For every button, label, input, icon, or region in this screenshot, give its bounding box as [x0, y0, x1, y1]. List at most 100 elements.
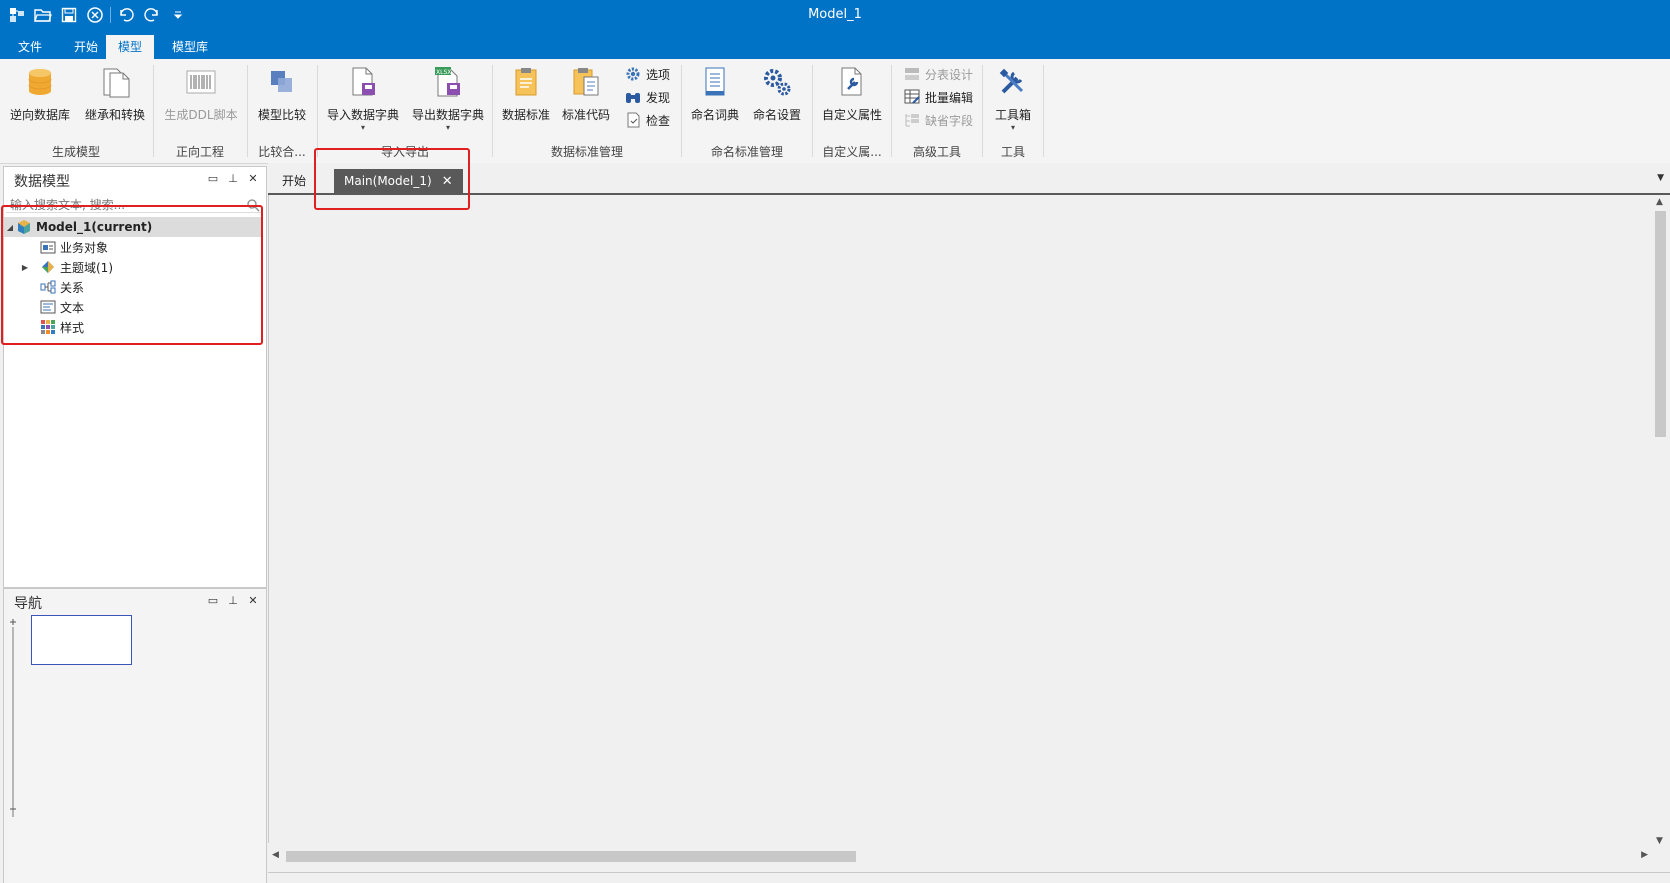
doc-tab-start[interactable]: 开始 — [272, 169, 316, 193]
maximize-icon[interactable]: ▭ — [206, 594, 220, 608]
split-design-button[interactable]: 分表设计 — [903, 63, 973, 85]
binoculars-icon — [626, 93, 640, 103]
tab-file[interactable]: 文件 — [6, 35, 54, 59]
vertical-scroll-thumb[interactable] — [1655, 211, 1666, 437]
style-icon — [41, 320, 55, 334]
close-icon[interactable]: ✕ — [246, 594, 260, 608]
horizontal-scroll-thumb[interactable] — [286, 851, 856, 862]
database-icon — [28, 69, 52, 95]
ribbon-group-standard: 数据标准 标准代码 选项 发现 检查 数据标准管理 — [494, 59, 680, 163]
navigation-viewport[interactable] — [31, 615, 132, 665]
tab-list-dropdown-icon[interactable]: ▼ — [1657, 173, 1664, 183]
group-label-advanced: 高级工具 — [912, 145, 961, 159]
maximize-icon[interactable]: ▭ — [206, 172, 220, 186]
pin-icon[interactable]: ⊥ — [226, 594, 240, 608]
import-dict-button[interactable]: 导入数据字典 ▾ — [325, 63, 401, 133]
scroll-down-icon[interactable]: ▼ — [1656, 836, 1663, 846]
tree-search-input[interactable] — [6, 197, 262, 213]
data-standard-button[interactable]: 数据标准 — [498, 63, 554, 133]
ribbon-group-forward: 生成DDL脚本 正向工程 — [155, 59, 245, 163]
ribbon-separator — [982, 65, 983, 157]
batch-edit-button[interactable]: 批量编辑 — [903, 86, 973, 108]
naming-dict-icon — [705, 67, 725, 96]
group-label-compare: 比较合... — [258, 145, 306, 159]
close-tab-icon[interactable]: ✕ — [442, 174, 453, 189]
group-label-tools: 工具 — [1000, 145, 1025, 159]
discover-button[interactable]: 发现 — [624, 86, 670, 108]
compare-icon — [271, 71, 292, 92]
group-label-standard: 数据标准管理 — [550, 145, 623, 159]
ribbon-group-custom: 自定义属性 自定义属... — [814, 59, 890, 163]
subject-area-icon — [42, 261, 54, 273]
tree-node-relation[interactable]: 关系 — [4, 277, 263, 297]
ribbon-separator — [317, 65, 318, 157]
gen-ddl-button[interactable]: 生成DDL脚本 — [163, 63, 239, 133]
tree-node-model[interactable]: ◢ Model_1(current) — [4, 217, 263, 237]
ribbon-separator — [492, 65, 493, 157]
dropdown-arrow-icon: ▾ — [360, 123, 365, 132]
relation-icon — [40, 280, 56, 294]
model-cube-icon — [18, 220, 30, 234]
scroll-right-icon[interactable]: ▶ — [1641, 850, 1648, 860]
check-button[interactable]: 检查 — [624, 109, 670, 131]
tab-home[interactable]: 开始 — [62, 35, 110, 59]
ribbon-group-advanced: 分表设计 批量编辑 缺省字段 高级工具 — [893, 59, 981, 163]
reverse-db-button[interactable]: 逆向数据库 — [8, 63, 72, 133]
title-bar: Model_1 — [0, 0, 1670, 31]
pin-icon[interactable]: ⊥ — [226, 172, 240, 186]
export-dict-button[interactable]: XLSX 导出数据字典 ▾ — [409, 63, 487, 133]
panel-controls: ▭ ⊥ ✕ — [206, 594, 260, 608]
ribbon-separator — [247, 65, 248, 157]
tree-node-business-object[interactable]: 业务对象 — [4, 237, 263, 257]
tab-model[interactable]: 模型 — [106, 35, 155, 59]
vertical-scrollbar[interactable]: ▲ ▼ — [1652, 195, 1668, 848]
scroll-left-icon[interactable]: ◀ — [272, 850, 279, 860]
svg-text:XLSX: XLSX — [436, 69, 451, 76]
naming-settings-button[interactable]: 命名设置 — [747, 63, 807, 133]
inherit-convert-button[interactable]: 继承和转换 — [82, 63, 148, 133]
ribbon-separator — [681, 65, 682, 157]
clipboard-icon — [515, 68, 537, 96]
batch-edit-icon — [904, 89, 920, 104]
standard-code-button[interactable]: 标准代码 — [558, 63, 614, 133]
panel-controls: ▭ ⊥ ✕ — [206, 172, 260, 186]
diagram-canvas[interactable] — [268, 195, 1653, 843]
horizontal-scrollbar[interactable]: ◀ ▶ — [268, 848, 1652, 864]
collapse-arrow-icon[interactable]: ▶ — [4, 263, 40, 272]
custom-doc-wrench-icon — [841, 67, 862, 96]
scroll-up-icon[interactable]: ▲ — [1656, 197, 1663, 207]
group-label-custom: 自定义属... — [822, 145, 882, 159]
tree-node-text[interactable]: 文本 — [4, 297, 263, 317]
tree-node-style[interactable]: 样式 — [4, 317, 263, 337]
text-icon — [40, 300, 56, 314]
search-icon[interactable] — [246, 198, 260, 212]
missing-field-button[interactable]: 缺省字段 — [903, 109, 973, 131]
toolbox-button[interactable]: 工具箱 ▾ — [988, 63, 1038, 133]
group-label-forward: 正向工程 — [175, 145, 224, 159]
check-doc-icon — [627, 112, 640, 128]
ribbon-separator — [812, 65, 813, 157]
custom-attr-button[interactable]: 自定义属性 — [818, 63, 886, 133]
zoom-slider[interactable] — [8, 619, 18, 819]
data-model-panel: 数据模型 ▭ ⊥ ✕ ◢ Model_1(current) 业务对象 ▶ 主题域… — [3, 166, 267, 588]
dropdown-arrow-icon: ▾ — [445, 123, 450, 132]
doc-tab-main[interactable]: Main(Model_1) ✕ — [334, 169, 463, 193]
tree-node-subject-area[interactable]: ▶ 主题域(1) — [4, 257, 263, 277]
model-compare-button[interactable]: 模型比较 — [253, 63, 311, 133]
naming-dict-button[interactable]: 命名词典 — [687, 63, 743, 133]
tools-icon — [999, 68, 1024, 94]
document-tab-bar: 开始 Main(Model_1) ✕ ▼ — [268, 163, 1670, 195]
tab-model-library[interactable]: 模型库 — [160, 35, 220, 59]
panel-title: 数据模型 — [14, 174, 70, 190]
export-dict-icon: XLSX — [435, 67, 460, 97]
expand-arrow-icon[interactable]: ◢ — [4, 223, 16, 232]
import-dict-icon — [352, 67, 375, 96]
ribbon-separator — [153, 65, 154, 157]
close-icon[interactable]: ✕ — [246, 172, 260, 186]
ribbon-group-naming: 命名词典 命名设置 命名标准管理 — [683, 59, 811, 163]
ribbon-group-gen-model: 逆向数据库 继承和转换 生成模型 — [0, 59, 152, 163]
options-button[interactable]: 选项 — [624, 63, 670, 85]
menu-bar: 文件 开始 模型 模型库 — [0, 31, 1670, 59]
split-table-icon — [905, 68, 919, 80]
group-label-gen-model: 生成模型 — [51, 145, 100, 159]
